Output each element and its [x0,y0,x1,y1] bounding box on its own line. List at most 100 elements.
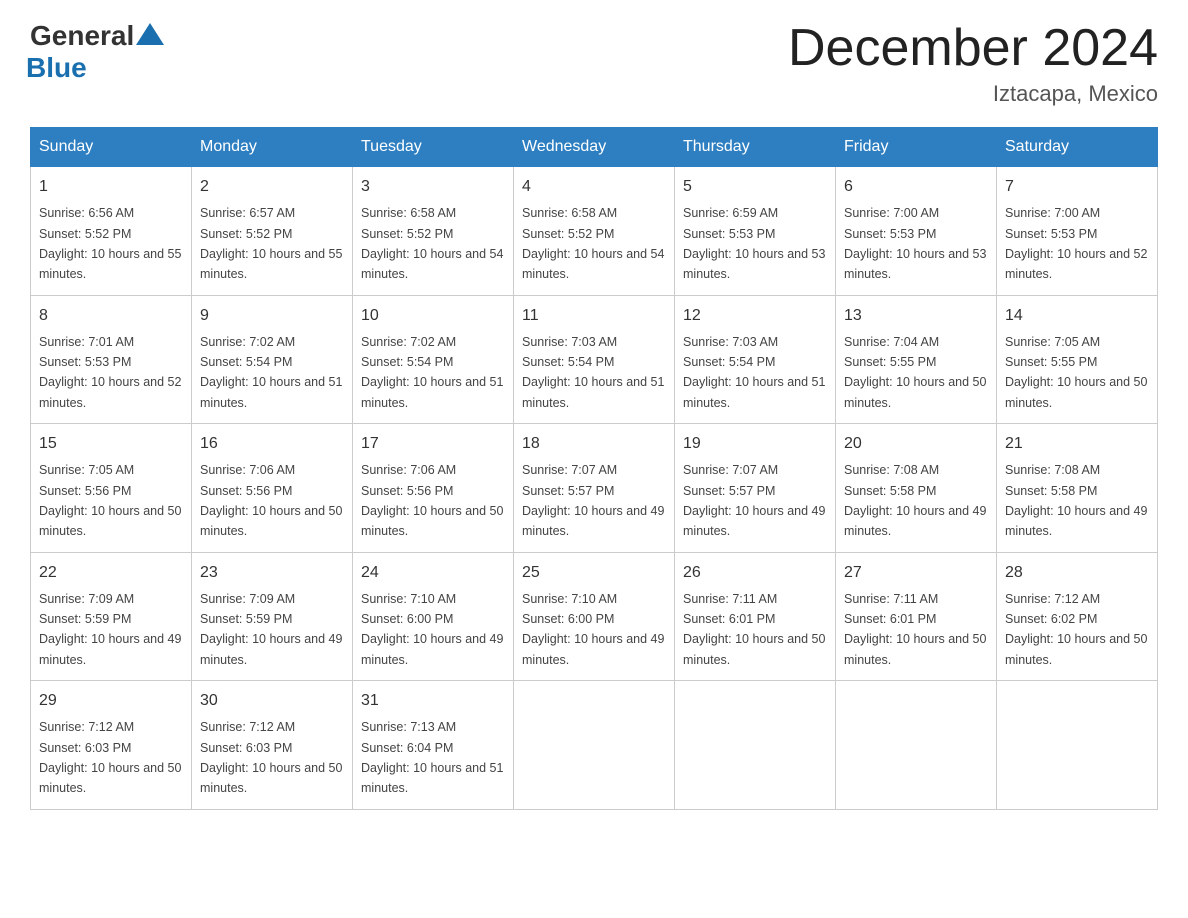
table-row: 10 Sunrise: 7:02 AMSunset: 5:54 PMDaylig… [353,295,514,424]
day-number: 13 [844,304,988,328]
logo: General Blue [30,20,164,84]
day-number: 10 [361,304,505,328]
table-row: 7 Sunrise: 7:00 AMSunset: 5:53 PMDayligh… [997,167,1158,296]
table-row [997,681,1158,810]
day-number: 20 [844,432,988,456]
day-number: 24 [361,561,505,585]
day-info: Sunrise: 7:08 AMSunset: 5:58 PMDaylight:… [1005,463,1147,538]
day-info: Sunrise: 7:12 AMSunset: 6:03 PMDaylight:… [39,720,181,795]
table-row: 31 Sunrise: 7:13 AMSunset: 6:04 PMDaylig… [353,681,514,810]
day-number: 1 [39,175,183,199]
day-info: Sunrise: 7:02 AMSunset: 5:54 PMDaylight:… [361,335,503,410]
day-number: 18 [522,432,666,456]
table-row: 19 Sunrise: 7:07 AMSunset: 5:57 PMDaylig… [675,424,836,553]
col-tuesday: Tuesday [353,128,514,167]
day-number: 9 [200,304,344,328]
day-info: Sunrise: 6:58 AMSunset: 5:52 PMDaylight:… [361,206,503,281]
title-section: December 2024 Iztacapa, Mexico [788,20,1158,107]
day-info: Sunrise: 7:07 AMSunset: 5:57 PMDaylight:… [683,463,825,538]
day-header-row: Sunday Monday Tuesday Wednesday Thursday… [31,128,1158,167]
day-info: Sunrise: 7:00 AMSunset: 5:53 PMDaylight:… [844,206,986,281]
col-friday: Friday [836,128,997,167]
day-number: 27 [844,561,988,585]
day-number: 19 [683,432,827,456]
table-row: 22 Sunrise: 7:09 AMSunset: 5:59 PMDaylig… [31,552,192,681]
col-thursday: Thursday [675,128,836,167]
week-row: 15 Sunrise: 7:05 AMSunset: 5:56 PMDaylig… [31,424,1158,553]
day-number: 28 [1005,561,1149,585]
table-row: 4 Sunrise: 6:58 AMSunset: 5:52 PMDayligh… [514,167,675,296]
day-info: Sunrise: 7:06 AMSunset: 5:56 PMDaylight:… [200,463,342,538]
day-info: Sunrise: 7:03 AMSunset: 5:54 PMDaylight:… [522,335,664,410]
day-info: Sunrise: 7:11 AMSunset: 6:01 PMDaylight:… [683,592,825,667]
table-row: 12 Sunrise: 7:03 AMSunset: 5:54 PMDaylig… [675,295,836,424]
table-row: 17 Sunrise: 7:06 AMSunset: 5:56 PMDaylig… [353,424,514,553]
day-info: Sunrise: 7:12 AMSunset: 6:02 PMDaylight:… [1005,592,1147,667]
day-info: Sunrise: 7:05 AMSunset: 5:55 PMDaylight:… [1005,335,1147,410]
day-info: Sunrise: 7:11 AMSunset: 6:01 PMDaylight:… [844,592,986,667]
table-row [675,681,836,810]
day-number: 26 [683,561,827,585]
day-number: 2 [200,175,344,199]
table-row: 14 Sunrise: 7:05 AMSunset: 5:55 PMDaylig… [997,295,1158,424]
week-row: 1 Sunrise: 6:56 AMSunset: 5:52 PMDayligh… [31,167,1158,296]
day-info: Sunrise: 7:00 AMSunset: 5:53 PMDaylight:… [1005,206,1147,281]
col-monday: Monday [192,128,353,167]
table-row [514,681,675,810]
day-info: Sunrise: 6:56 AMSunset: 5:52 PMDaylight:… [39,206,181,281]
day-number: 21 [1005,432,1149,456]
location-label: Iztacapa, Mexico [788,81,1158,107]
table-row: 9 Sunrise: 7:02 AMSunset: 5:54 PMDayligh… [192,295,353,424]
col-saturday: Saturday [997,128,1158,167]
day-number: 25 [522,561,666,585]
day-number: 12 [683,304,827,328]
day-number: 31 [361,689,505,713]
day-info: Sunrise: 6:57 AMSunset: 5:52 PMDaylight:… [200,206,342,281]
table-row: 8 Sunrise: 7:01 AMSunset: 5:53 PMDayligh… [31,295,192,424]
table-row: 18 Sunrise: 7:07 AMSunset: 5:57 PMDaylig… [514,424,675,553]
day-info: Sunrise: 7:06 AMSunset: 5:56 PMDaylight:… [361,463,503,538]
logo-triangle-icon [136,23,164,45]
week-row: 8 Sunrise: 7:01 AMSunset: 5:53 PMDayligh… [31,295,1158,424]
day-info: Sunrise: 6:58 AMSunset: 5:52 PMDaylight:… [522,206,664,281]
calendar-table: Sunday Monday Tuesday Wednesday Thursday… [30,127,1158,810]
week-row: 22 Sunrise: 7:09 AMSunset: 5:59 PMDaylig… [31,552,1158,681]
table-row: 20 Sunrise: 7:08 AMSunset: 5:58 PMDaylig… [836,424,997,553]
table-row: 29 Sunrise: 7:12 AMSunset: 6:03 PMDaylig… [31,681,192,810]
day-info: Sunrise: 7:08 AMSunset: 5:58 PMDaylight:… [844,463,986,538]
table-row: 15 Sunrise: 7:05 AMSunset: 5:56 PMDaylig… [31,424,192,553]
table-row: 27 Sunrise: 7:11 AMSunset: 6:01 PMDaylig… [836,552,997,681]
day-number: 22 [39,561,183,585]
day-number: 17 [361,432,505,456]
table-row: 1 Sunrise: 6:56 AMSunset: 5:52 PMDayligh… [31,167,192,296]
month-title: December 2024 [788,20,1158,77]
table-row: 21 Sunrise: 7:08 AMSunset: 5:58 PMDaylig… [997,424,1158,553]
day-info: Sunrise: 7:03 AMSunset: 5:54 PMDaylight:… [683,335,825,410]
day-info: Sunrise: 7:10 AMSunset: 6:00 PMDaylight:… [522,592,664,667]
table-row [836,681,997,810]
table-row: 2 Sunrise: 6:57 AMSunset: 5:52 PMDayligh… [192,167,353,296]
table-row: 30 Sunrise: 7:12 AMSunset: 6:03 PMDaylig… [192,681,353,810]
table-row: 24 Sunrise: 7:10 AMSunset: 6:00 PMDaylig… [353,552,514,681]
day-number: 5 [683,175,827,199]
day-number: 30 [200,689,344,713]
col-sunday: Sunday [31,128,192,167]
table-row: 16 Sunrise: 7:06 AMSunset: 5:56 PMDaylig… [192,424,353,553]
day-info: Sunrise: 6:59 AMSunset: 5:53 PMDaylight:… [683,206,825,281]
day-number: 15 [39,432,183,456]
day-info: Sunrise: 7:09 AMSunset: 5:59 PMDaylight:… [39,592,181,667]
table-row: 28 Sunrise: 7:12 AMSunset: 6:02 PMDaylig… [997,552,1158,681]
day-info: Sunrise: 7:07 AMSunset: 5:57 PMDaylight:… [522,463,664,538]
page-header: General Blue December 2024 Iztacapa, Mex… [30,20,1158,107]
table-row: 26 Sunrise: 7:11 AMSunset: 6:01 PMDaylig… [675,552,836,681]
day-number: 8 [39,304,183,328]
day-info: Sunrise: 7:09 AMSunset: 5:59 PMDaylight:… [200,592,342,667]
table-row: 5 Sunrise: 6:59 AMSunset: 5:53 PMDayligh… [675,167,836,296]
table-row: 3 Sunrise: 6:58 AMSunset: 5:52 PMDayligh… [353,167,514,296]
day-number: 7 [1005,175,1149,199]
day-info: Sunrise: 7:02 AMSunset: 5:54 PMDaylight:… [200,335,342,410]
table-row: 25 Sunrise: 7:10 AMSunset: 6:00 PMDaylig… [514,552,675,681]
day-number: 23 [200,561,344,585]
day-info: Sunrise: 7:13 AMSunset: 6:04 PMDaylight:… [361,720,503,795]
day-number: 4 [522,175,666,199]
